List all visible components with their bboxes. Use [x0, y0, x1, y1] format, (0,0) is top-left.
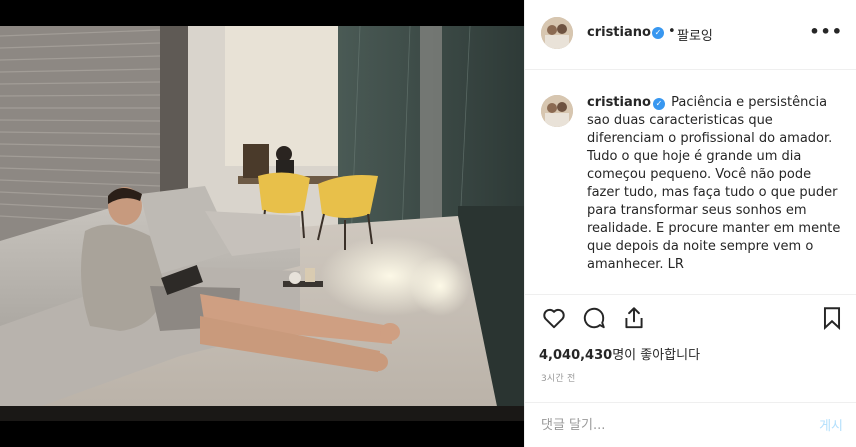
verified-badge-icon: ✓ — [652, 27, 664, 39]
caption-username[interactable]: cristiano — [587, 95, 651, 110]
verified-badge-icon: ✓ — [652, 98, 665, 110]
caption-text: Paciência e persistência sao duas caract… — [587, 95, 841, 272]
post-comment-button[interactable]: 게시 — [819, 415, 843, 434]
comments-section: cristiano ✓ Paciência e persistência sao … — [525, 71, 856, 294]
separator-dot: • — [668, 24, 676, 39]
comment-bubble-icon[interactable] — [581, 305, 607, 331]
comment-input[interactable] — [541, 411, 791, 439]
following-button[interactable]: 팔로잉 — [677, 25, 713, 44]
post-details-panel: cristiano ✓ • 팔로잉 ••• cristiano ✓ Paciênc… — [524, 0, 856, 447]
caption-avatar[interactable] — [541, 95, 573, 127]
bookmark-icon[interactable] — [819, 305, 845, 331]
post-header: cristiano ✓ • 팔로잉 ••• — [525, 0, 856, 70]
post-modal: cristiano ✓ • 팔로잉 ••• cristiano ✓ Paciênc… — [0, 0, 856, 447]
post-timestamp[interactable]: 3시간 전 — [541, 371, 575, 384]
post-photo-panel — [0, 0, 524, 447]
post-actions: 4,040,430명이 좋아합니다 3시간 전 — [525, 294, 856, 402]
add-comment-box: 게시 — [525, 402, 856, 447]
post-caption: cristiano ✓ Paciência e persistência sao … — [587, 94, 845, 274]
likes-count[interactable]: 4,040,430명이 좋아합니다 — [539, 344, 700, 363]
header-username[interactable]: cristiano — [587, 25, 651, 40]
heart-icon[interactable] — [541, 305, 567, 331]
avatar[interactable] — [541, 17, 573, 49]
post-photo[interactable] — [0, 26, 524, 421]
likes-number[interactable]: 4,040,430 — [539, 348, 612, 363]
share-upload-icon[interactable] — [621, 305, 647, 331]
likes-suffix: 명이 좋아합니다 — [612, 348, 701, 363]
more-dots-icon[interactable]: ••• — [809, 22, 843, 41]
